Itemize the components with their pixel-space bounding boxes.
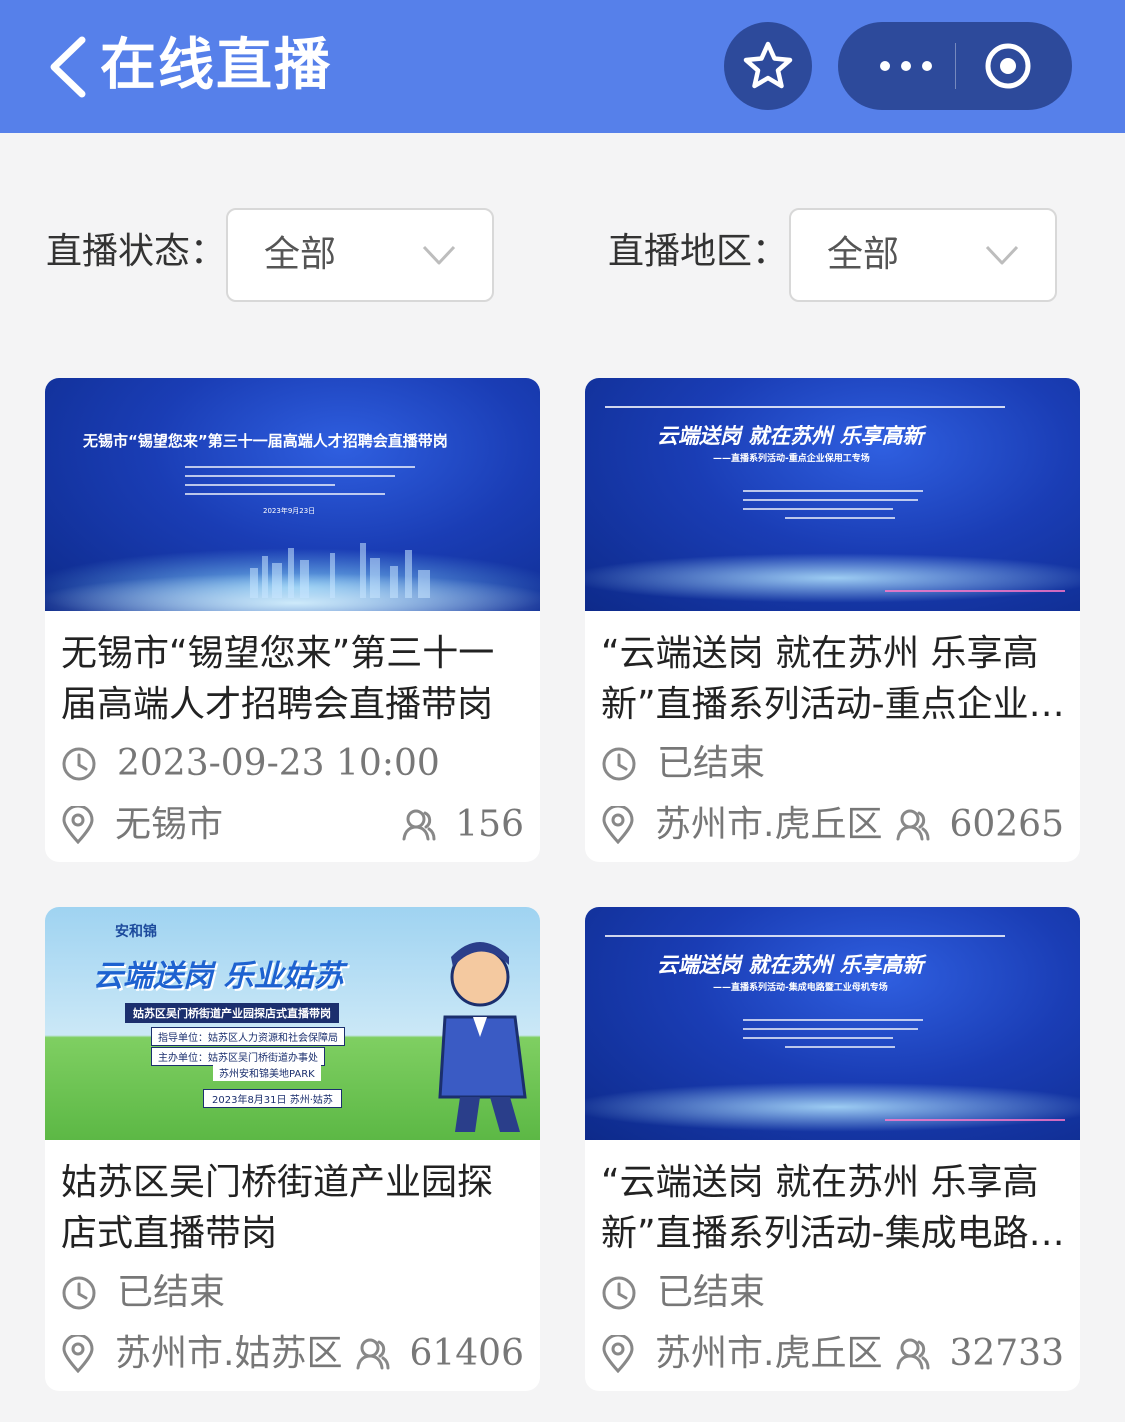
- live-card[interactable]: 云端送岗 就在苏州 乐享高新 ——直播系列活动-集成电路暨工业母机专场 “云端送…: [585, 907, 1080, 1391]
- live-title: “云端送岗 就在苏州 乐享高新”直播系列活动-集成电路暨工业母机专场: [601, 1162, 1065, 1254]
- viewers-icon: [356, 1338, 390, 1370]
- live-thumbnail: 安和锦 云端送岗 乐业姑苏 姑苏区吴门桥街道产业园探店式直播带岗 指导单位：姑苏…: [45, 907, 540, 1140]
- mini-program-capsule: [838, 22, 1072, 110]
- live-location-text: 无锡市: [115, 804, 224, 845]
- target-circle-icon[interactable]: [984, 42, 1032, 90]
- live-viewers-count: 60265: [949, 804, 1064, 845]
- live-location: 苏州市.姑苏区: [61, 1330, 342, 1378]
- live-location: 苏州市.虎丘区: [601, 1330, 882, 1378]
- live-time-text: 已结束: [657, 1272, 766, 1313]
- live-viewers-count: 156: [455, 804, 524, 845]
- location-pin-icon: [62, 1335, 94, 1373]
- thumbnail-subline: ——直播系列活动-重点企业保用工专场: [713, 454, 870, 464]
- live-viewers: 60265: [895, 801, 1064, 849]
- live-card[interactable]: 无锡市“锡望您来”第三十一届高端人才招聘会直播带岗 2023年9月23日 无锡市…: [45, 378, 540, 862]
- status-filter-value: 全部: [264, 234, 337, 275]
- live-location-text: 苏州市.虎丘区: [655, 804, 883, 845]
- clock-icon: [602, 747, 636, 781]
- more-dots-icon: [880, 61, 890, 71]
- live-location-text: 苏州市.姑苏区: [115, 1333, 343, 1374]
- live-time: 2023-09-23 10:00: [61, 740, 440, 788]
- live-thumbnail: 云端送岗 就在苏州 乐享高新 ——直播系列活动-集成电路暨工业母机专场: [585, 907, 1080, 1140]
- location-pin-icon: [602, 806, 634, 844]
- thumbnail-headline: 云端送岗 就在苏州 乐享高新: [657, 424, 924, 448]
- live-title: 姑苏区吴门桥街道产业园探店式直播带岗: [61, 1162, 494, 1254]
- thumbnail-headline: 云端送岗 就在苏州 乐享高新: [657, 953, 924, 977]
- page-title: 在线直播: [100, 33, 332, 98]
- live-card[interactable]: 云端送岗 就在苏州 乐享高新 ——直播系列活动-重点企业保用工专场 “云端送岗 …: [585, 378, 1080, 862]
- thumbnail-date: 2023年9月23日: [263, 507, 316, 515]
- chevron-down-icon: [985, 245, 1019, 265]
- live-time: 已结束: [601, 1269, 765, 1317]
- live-time: 已结束: [601, 740, 765, 788]
- status-filter-select[interactable]: 全部: [226, 208, 494, 302]
- viewers-icon: [402, 809, 436, 841]
- city-skyline-image: [250, 543, 430, 598]
- live-title: “云端送岗 就在苏州 乐享高新”直播系列活动-重点企业保用工专场: [601, 633, 1065, 725]
- live-time-text: 2023-09-23 10:00: [117, 743, 440, 784]
- live-time-text: 已结束: [657, 743, 766, 784]
- region-filter-select[interactable]: 全部: [789, 208, 1057, 302]
- capsule-divider: [955, 43, 956, 89]
- thumbnail-subline: ——直播系列活动-集成电路暨工业母机专场: [713, 983, 888, 993]
- live-location-text: 苏州市.虎丘区: [655, 1333, 883, 1374]
- clock-icon: [62, 747, 96, 781]
- location-pin-icon: [62, 806, 94, 844]
- clock-icon: [602, 1276, 636, 1310]
- thumbnail-date: 2023年8月31日 苏州·姑苏: [203, 1089, 342, 1108]
- star-icon: [743, 41, 793, 89]
- clock-icon: [62, 1276, 96, 1310]
- cartoon-figure-image: [438, 942, 527, 1132]
- more-button[interactable]: [868, 22, 944, 110]
- chevron-down-icon: [422, 245, 456, 265]
- live-thumbnail: 云端送岗 就在苏州 乐享高新 ——直播系列活动-重点企业保用工专场: [585, 378, 1080, 611]
- live-viewers: 61406: [355, 1330, 524, 1378]
- live-viewers: 32733: [895, 1330, 1064, 1378]
- chevron-left-icon[interactable]: [44, 34, 94, 100]
- thumbnail-subline: 姑苏区吴门桥街道产业园探店式直播带岗: [125, 1003, 339, 1023]
- live-location: 苏州市.虎丘区: [601, 801, 882, 849]
- thumbnail-brand: 安和锦: [115, 924, 157, 940]
- status-filter-label: 直播状态：: [46, 231, 227, 272]
- thumbnail-host2: 苏州安和锦美地PARK: [213, 1064, 321, 1081]
- live-time: 已结束: [61, 1269, 225, 1317]
- thumbnail-guide: 指导单位：姑苏区人力资源和社会保障局: [151, 1027, 345, 1046]
- favorite-button[interactable]: [724, 22, 812, 110]
- live-thumbnail: 无锡市“锡望您来”第三十一届高端人才招聘会直播带岗 2023年9月23日: [45, 378, 540, 611]
- live-viewers: 156: [401, 801, 524, 849]
- region-filter-value: 全部: [827, 234, 900, 275]
- region-filter-label: 直播地区：: [608, 231, 789, 272]
- location-pin-icon: [602, 1335, 634, 1373]
- live-card[interactable]: 安和锦 云端送岗 乐业姑苏 姑苏区吴门桥街道产业园探店式直播带岗 指导单位：姑苏…: [45, 907, 540, 1391]
- thumbnail-headline: 无锡市“锡望您来”第三十一届高端人才招聘会直播带岗: [83, 432, 448, 450]
- thumbnail-headline: 云端送岗 乐业姑苏: [93, 959, 344, 994]
- live-viewers-count: 61406: [409, 1333, 524, 1374]
- live-time-text: 已结束: [117, 1272, 226, 1313]
- live-location: 无锡市: [61, 801, 223, 849]
- viewers-icon: [896, 809, 930, 841]
- nav-bar: 在线直播: [0, 0, 1125, 133]
- live-viewers-count: 32733: [949, 1333, 1064, 1374]
- viewers-icon: [896, 1338, 930, 1370]
- live-title: 无锡市“锡望您来”第三十一届高端人才招聘会直播带岗: [61, 633, 495, 725]
